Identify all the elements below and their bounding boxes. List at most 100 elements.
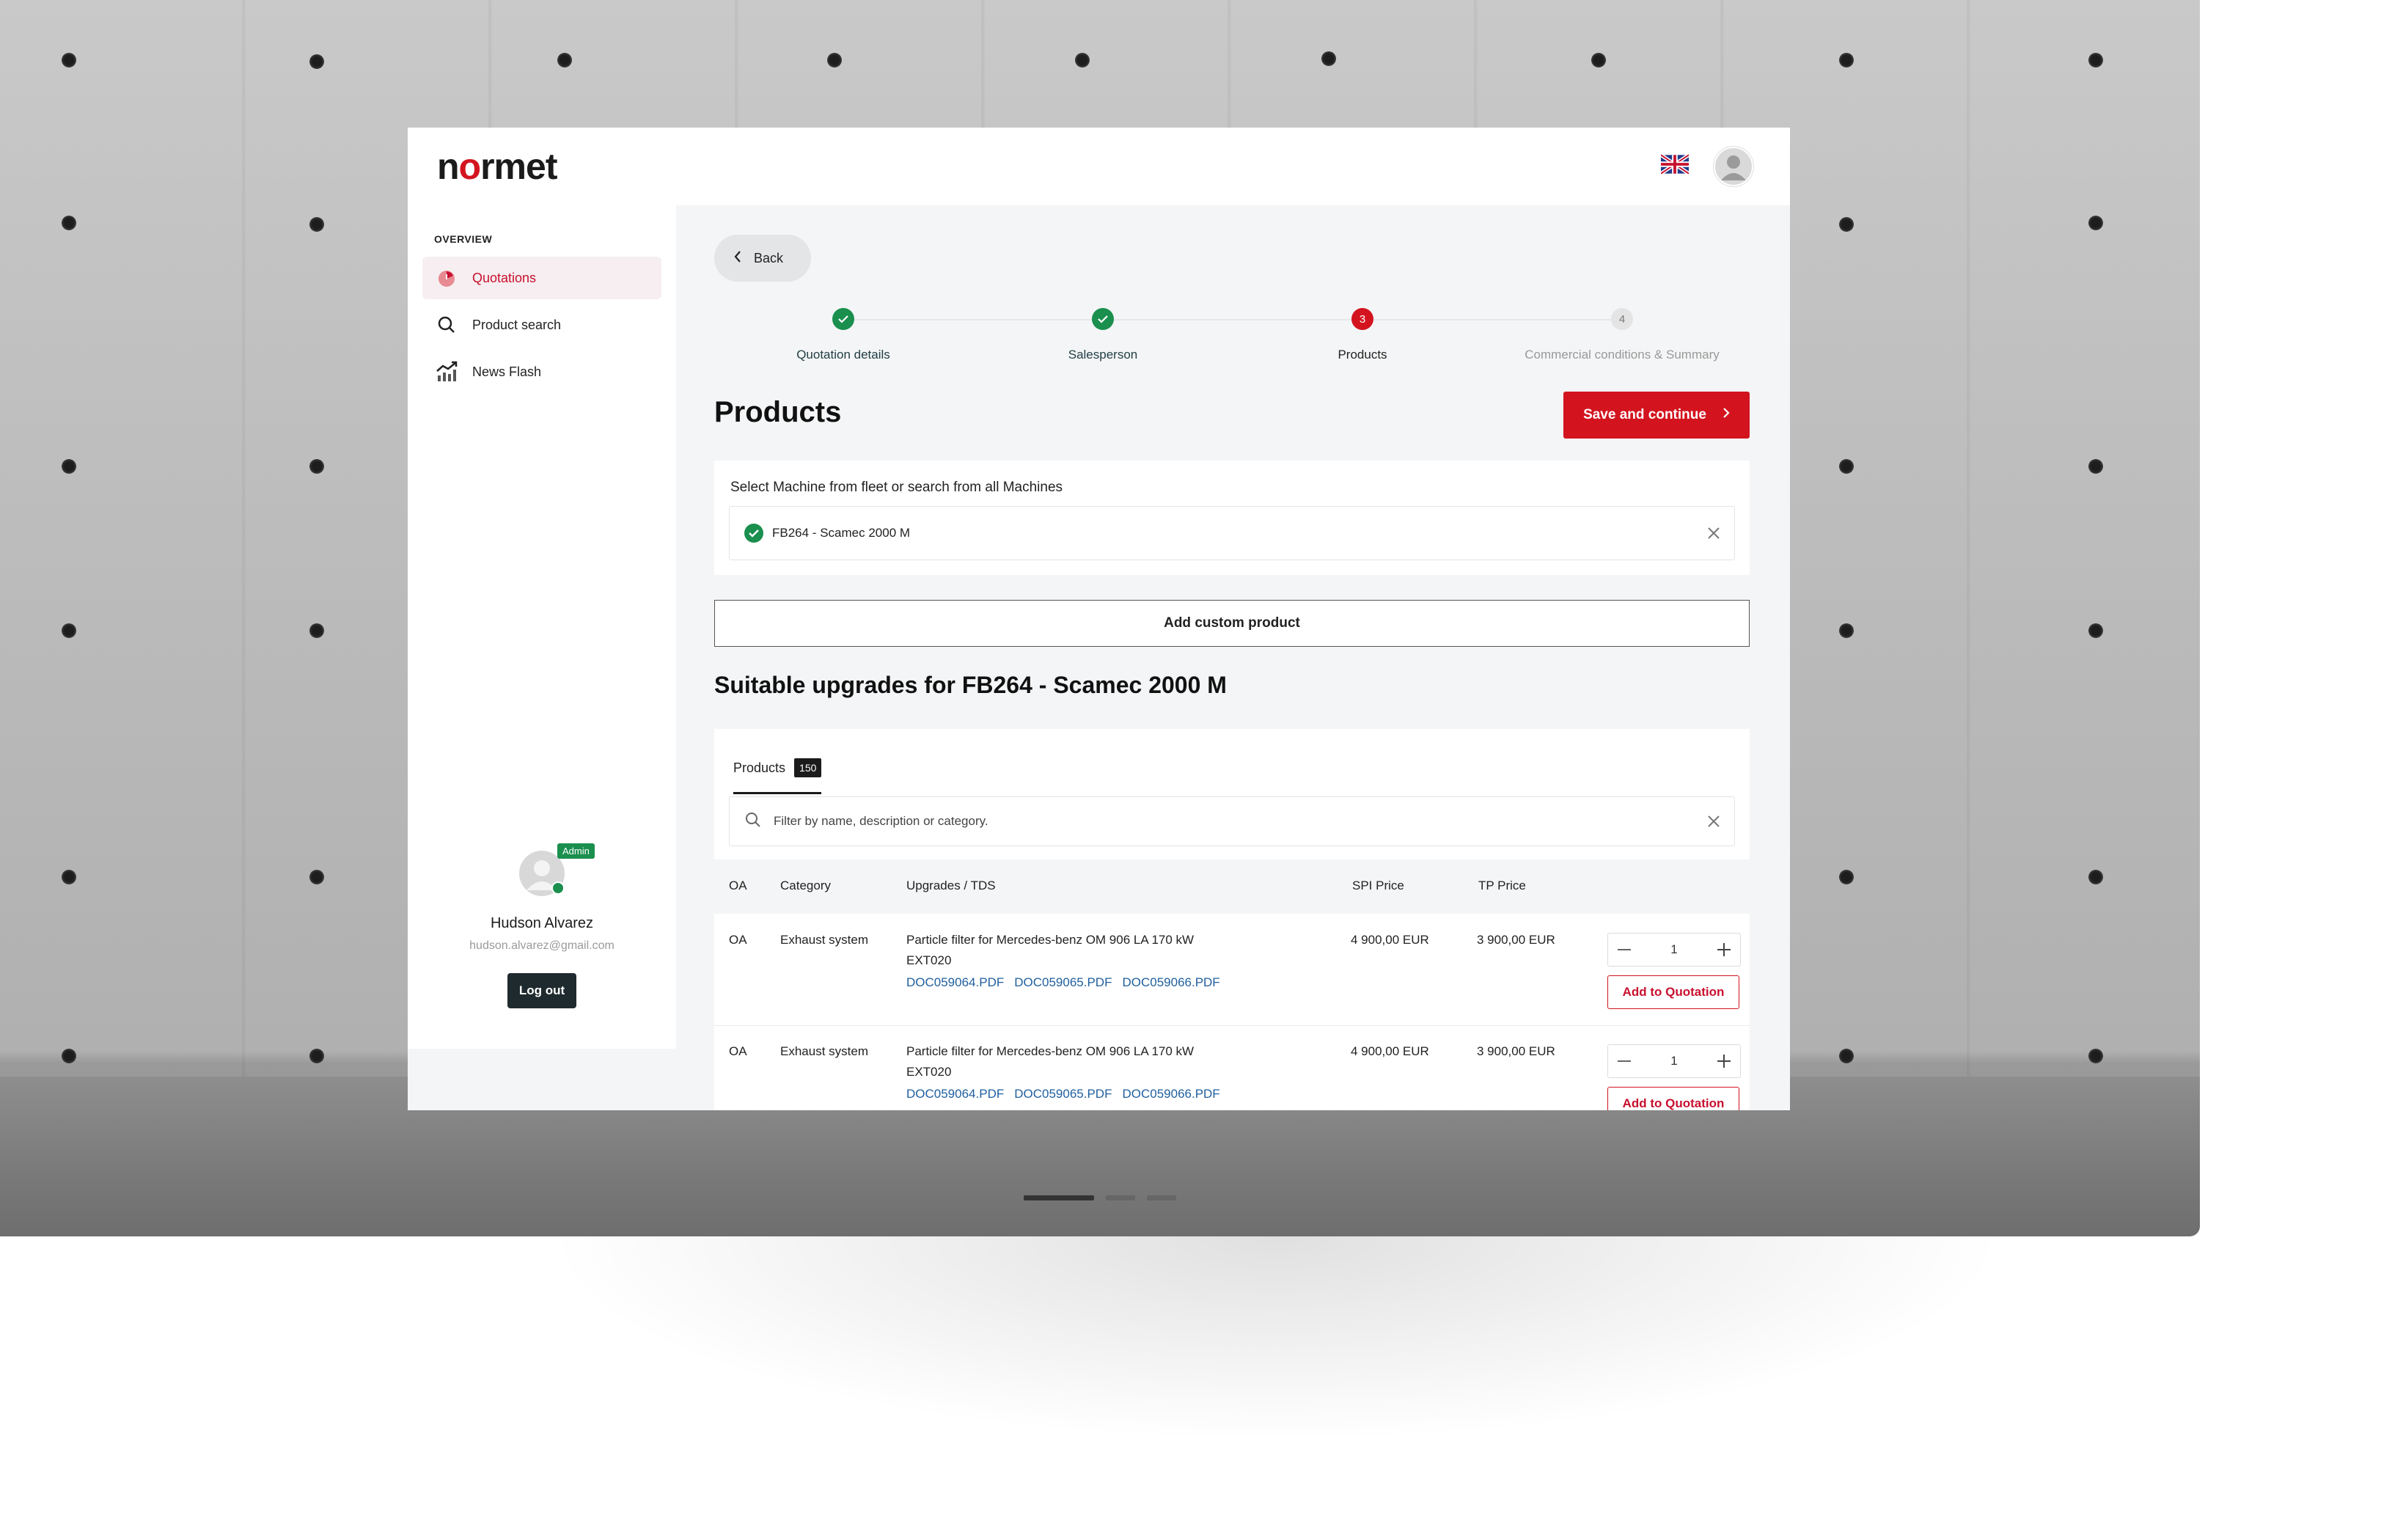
column-header-spi-price[interactable]: SPI Price bbox=[1352, 879, 1404, 893]
step-quotation-details[interactable]: Quotation details bbox=[711, 308, 975, 362]
trend-chart-icon bbox=[436, 361, 458, 383]
wall-hole bbox=[309, 870, 324, 884]
pdf-link[interactable]: DOC059065.PDF bbox=[1014, 1087, 1112, 1101]
machine-selector-card: Select Machine from fleet or search from… bbox=[714, 461, 1750, 575]
cell-upgrade-code: EXT020 bbox=[906, 1065, 952, 1079]
machine-field[interactable]: FB264 - Scamec 2000 M bbox=[729, 506, 1735, 560]
step-products[interactable]: 3 Products bbox=[1230, 308, 1494, 362]
document-links: DOC059064.PDF DOC059065.PDF DOC059066.PDF bbox=[906, 1087, 1230, 1101]
check-icon bbox=[1092, 308, 1114, 330]
search-icon bbox=[436, 314, 458, 336]
cell-oa: OA bbox=[729, 1044, 747, 1058]
back-label: Back bbox=[754, 250, 784, 265]
table-header: OA Category Upgrades / TDS SPI Price TP … bbox=[714, 859, 1750, 914]
wall-hole bbox=[1839, 217, 1854, 232]
add-to-quotation-button[interactable]: Add to Quotation bbox=[1607, 1087, 1739, 1110]
step-number: 3 bbox=[1351, 308, 1373, 330]
step-number: 4 bbox=[1611, 308, 1633, 330]
pdf-link[interactable]: DOC059066.PDF bbox=[1122, 975, 1219, 989]
step-label: Products bbox=[1338, 348, 1387, 362]
column-header-oa[interactable]: OA bbox=[729, 879, 747, 893]
back-button[interactable]: Back bbox=[714, 235, 811, 282]
cell-tp-price: 3 900,00 EUR bbox=[1477, 933, 1555, 947]
stage-shadow bbox=[543, 1236, 2009, 1442]
wall-hole bbox=[2088, 1049, 2103, 1063]
count-badge: 150 bbox=[794, 758, 822, 777]
cell-spi-price: 4 900,00 EUR bbox=[1351, 1044, 1429, 1058]
main-content: Back Quotation details Salesperson 3 Pro… bbox=[676, 205, 1790, 1110]
wall-hole bbox=[2088, 53, 2103, 67]
step-label: Commercial conditions & Summary bbox=[1525, 348, 1720, 362]
chevron-left-icon bbox=[733, 250, 742, 267]
column-header-category[interactable]: Category bbox=[780, 879, 831, 893]
add-custom-product-button[interactable]: Add custom product bbox=[714, 600, 1750, 647]
profile-name: Hudson Alvarez bbox=[490, 915, 594, 931]
machine-selector-label: Select Machine from fleet or search from… bbox=[730, 480, 1063, 495]
sidebar-item-news-flash[interactable]: News Flash bbox=[422, 351, 661, 393]
uk-flag-icon[interactable] bbox=[1661, 154, 1689, 175]
wall-hole bbox=[1839, 53, 1854, 67]
plus-icon[interactable] bbox=[1708, 1055, 1740, 1068]
wall-hole bbox=[62, 459, 76, 474]
wall-hole bbox=[309, 1049, 324, 1063]
pdf-link[interactable]: DOC059064.PDF bbox=[906, 1087, 1004, 1101]
wall-hole bbox=[309, 623, 324, 638]
sidebar-heading: OVERVIEW bbox=[434, 233, 493, 245]
quantity-stepper: 1 bbox=[1607, 933, 1741, 967]
sidebar-item-label: Quotations bbox=[472, 270, 537, 285]
step-salesperson[interactable]: Salesperson bbox=[971, 308, 1235, 362]
step-label: Salesperson bbox=[1068, 348, 1138, 362]
minus-icon[interactable] bbox=[1608, 1060, 1640, 1062]
table-row: OA Exhaust system Particle filter for Me… bbox=[714, 1025, 1750, 1110]
wall-hole bbox=[1075, 53, 1090, 67]
wall-hole bbox=[827, 53, 842, 67]
add-to-quotation-button[interactable]: Add to Quotation bbox=[1607, 975, 1739, 1009]
filter-input[interactable] bbox=[772, 813, 1655, 829]
carousel-dot[interactable] bbox=[1106, 1195, 1135, 1200]
quantity-value[interactable]: 1 bbox=[1658, 1054, 1690, 1068]
wall-hole bbox=[2088, 623, 2103, 638]
column-header-tp-price[interactable]: TP Price bbox=[1478, 879, 1526, 893]
wall-hole bbox=[309, 459, 324, 474]
quantity-value[interactable]: 1 bbox=[1658, 942, 1690, 957]
document-links: DOC059064.PDF DOC059065.PDF DOC059066.PDF bbox=[906, 975, 1230, 990]
upgrades-title: Suitable upgrades for FB264 - Scamec 200… bbox=[714, 672, 1227, 698]
page-title: Products bbox=[714, 396, 842, 428]
close-icon[interactable] bbox=[1706, 814, 1721, 829]
step-commercial-conditions[interactable]: 4 Commercial conditions & Summary bbox=[1490, 308, 1754, 362]
pdf-link[interactable]: DOC059064.PDF bbox=[906, 975, 1004, 989]
cell-upgrade-name: Particle filter for Mercedes-benz OM 906… bbox=[906, 933, 1195, 947]
carousel-dot[interactable] bbox=[1147, 1195, 1176, 1200]
profile-email: hudson.alvarez@gmail.com bbox=[469, 939, 614, 952]
cell-category: Exhaust system bbox=[780, 933, 868, 947]
cell-oa: OA bbox=[729, 933, 747, 947]
check-circle-icon bbox=[744, 524, 763, 543]
plus-icon[interactable] bbox=[1708, 943, 1740, 956]
gauge-icon bbox=[436, 267, 458, 289]
cell-upgrade-code: EXT020 bbox=[906, 953, 952, 967]
wall-hole bbox=[62, 623, 76, 638]
sidebar-item-product-search[interactable]: Product search bbox=[422, 304, 661, 346]
column-header-upgrades[interactable]: Upgrades / TDS bbox=[906, 879, 996, 893]
cell-upgrade-name: Particle filter for Mercedes-benz OM 906… bbox=[906, 1044, 1195, 1058]
tab-products[interactable]: Products 150 bbox=[733, 744, 822, 794]
user-avatar-icon[interactable] bbox=[1714, 147, 1753, 186]
sidebar-item-label: News Flash bbox=[472, 364, 542, 379]
pdf-link[interactable]: DOC059066.PDF bbox=[1122, 1087, 1219, 1101]
wall-hole bbox=[1839, 1049, 1854, 1063]
minus-icon[interactable] bbox=[1608, 949, 1640, 950]
products-table-card: Products 150 OA Category Upgrades / TDS … bbox=[714, 729, 1750, 1110]
save-and-continue-button[interactable]: Save and continue bbox=[1563, 392, 1750, 439]
close-icon[interactable] bbox=[1706, 526, 1721, 540]
pdf-link[interactable]: DOC059065.PDF bbox=[1014, 975, 1112, 989]
avatar: Admin bbox=[519, 843, 595, 896]
carousel-dot-active[interactable] bbox=[1024, 1195, 1094, 1200]
sidebar-item-label: Product search bbox=[472, 317, 562, 332]
table-row: OA Exhaust system Particle filter for Me… bbox=[714, 914, 1750, 1026]
sidebar-item-quotations[interactable]: Quotations bbox=[422, 257, 661, 299]
admin-badge: Admin bbox=[557, 843, 595, 859]
search-icon bbox=[744, 811, 762, 832]
logout-button[interactable]: Log out bbox=[507, 973, 577, 1008]
normet-logo[interactable]: normet bbox=[437, 145, 557, 188]
cell-tp-price: 3 900,00 EUR bbox=[1477, 1044, 1555, 1058]
